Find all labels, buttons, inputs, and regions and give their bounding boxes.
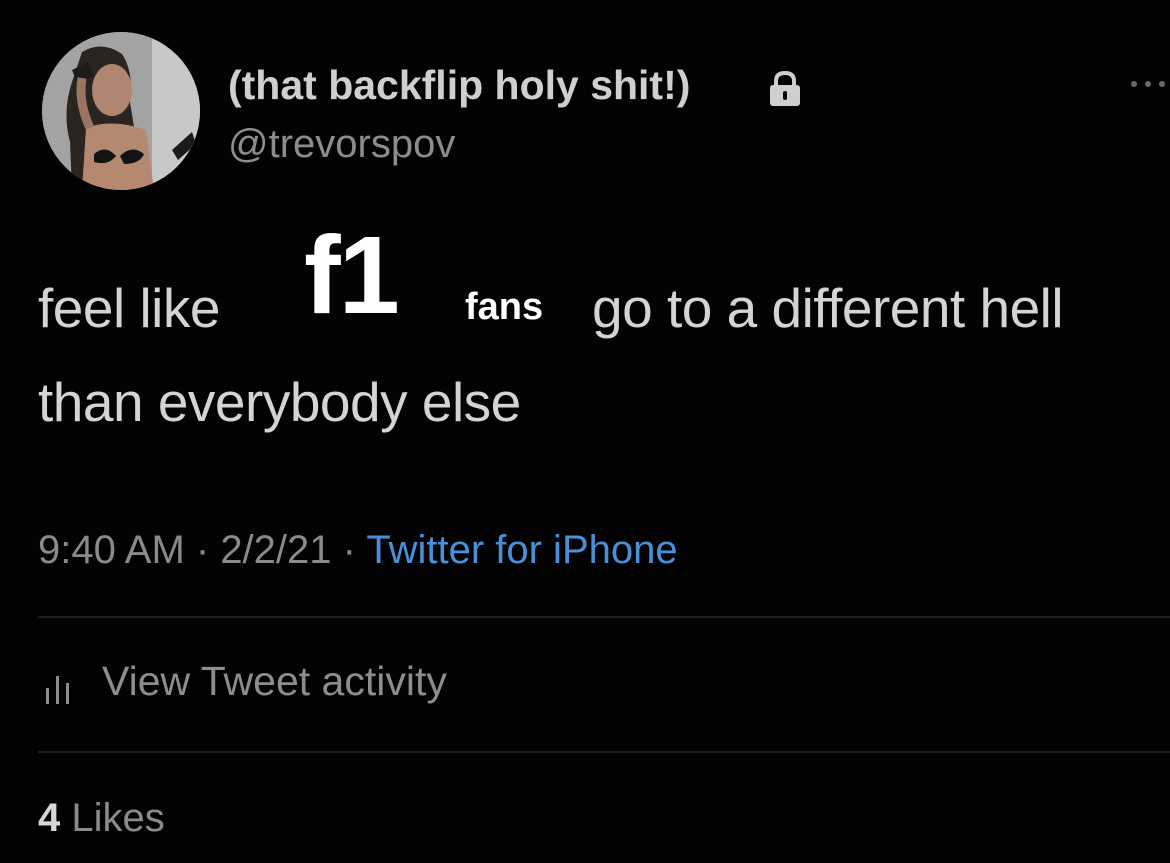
user-handle[interactable]: @trevorspov [228, 122, 455, 167]
bar-chart-icon [46, 676, 69, 704]
tweet-detail: (that backflip holy shit!) @trevorspov f… [0, 0, 1170, 863]
divider [38, 616, 1170, 618]
tweet-source-link[interactable]: Twitter for iPhone [366, 528, 677, 572]
overlay-text-fans: fans [465, 286, 544, 328]
likes-count: 4 [38, 796, 61, 840]
likes-count-link[interactable]: 4 Likes [38, 796, 165, 841]
tweet-meta: 9:40 AM · 2/2/21 · Twitter for iPhone [38, 528, 678, 573]
more-options-icon[interactable] [1126, 76, 1170, 92]
lock-icon [770, 70, 800, 106]
avatar[interactable] [42, 32, 200, 190]
tweet-text-line2: than everybody else [38, 371, 521, 433]
tweet-time: 9:40 AM [38, 528, 185, 572]
display-name[interactable]: (that backflip holy shit!) [228, 62, 690, 109]
meta-separator: · [184, 528, 221, 572]
tweet-text-line1-end: go to a different hell [592, 277, 1064, 339]
divider [38, 751, 1170, 753]
tweet-text-line1-start: feel like [38, 277, 220, 339]
avatar-photo [42, 32, 200, 190]
meta-separator: · [331, 528, 367, 572]
overlay-text-f1: f1 [304, 214, 400, 337]
likes-label: Likes [71, 796, 165, 840]
tweet-date[interactable]: 2/2/21 [220, 528, 331, 572]
view-tweet-activity-label: View Tweet activity [102, 658, 447, 704]
